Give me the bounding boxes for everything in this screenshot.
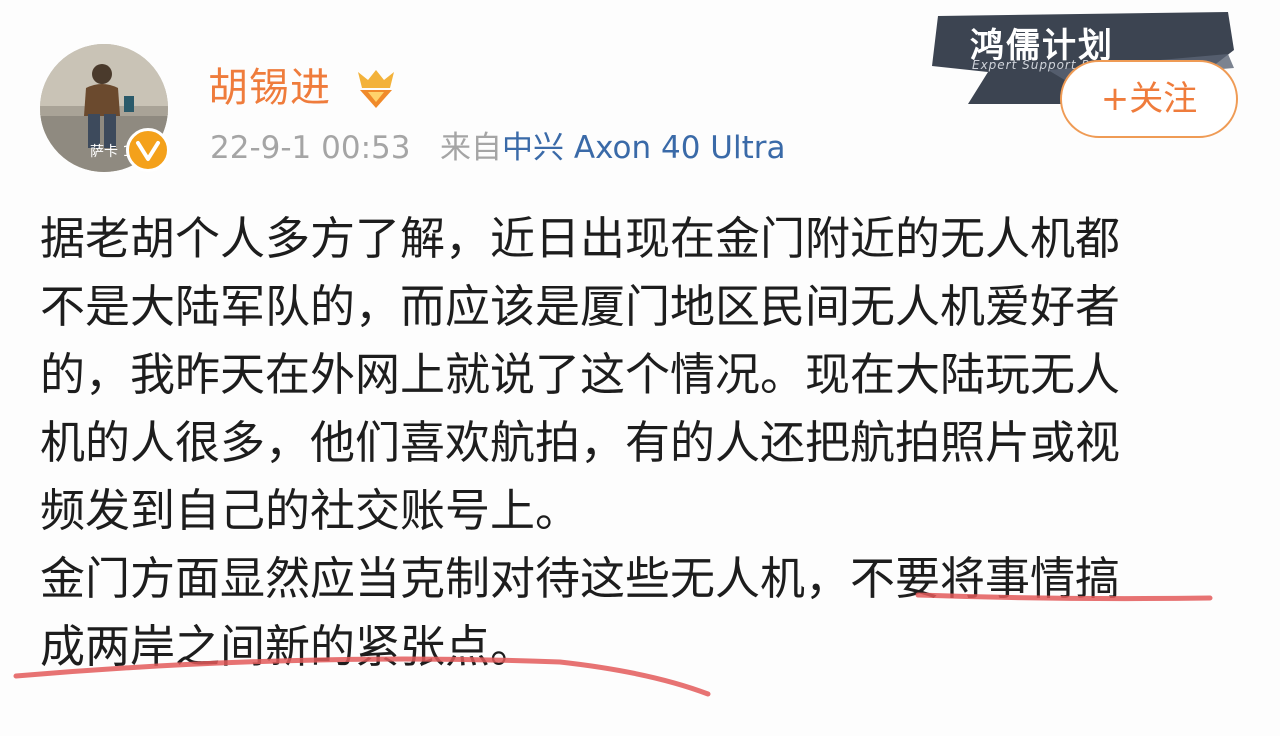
weibo-post-screenshot: 萨卡 19 胡锡进 22-9-1 00:53 来自中兴 Axon 40 Ultr… bbox=[0, 0, 1280, 736]
post-body: 据老胡个人多方了解，近日出现在金门附近的无人机都 不是大陆军队的，而应该是厦门地… bbox=[40, 205, 1230, 681]
follow-button[interactable]: +关注 bbox=[1060, 60, 1238, 138]
post-line: 的，我昨天在外网上就说了这个情况。现在大陆玩无人 bbox=[40, 348, 1121, 401]
verified-badge-icon bbox=[126, 128, 170, 172]
post-line: 不是大陆军队的，而应该是厦门地区民间无人机爱好者 bbox=[40, 280, 1121, 333]
post-device-link[interactable]: 中兴 Axon 40 Ultra bbox=[502, 130, 785, 166]
post-line: 金门方面显然应当克制对待这些无人机，不要将事情搞 bbox=[40, 552, 1121, 605]
post-line: 机的人很多，他们喜欢航拍，有的人还把航拍照片或视 bbox=[40, 416, 1121, 469]
post-line: 频发到自己的社交账号上。 bbox=[40, 484, 581, 537]
user-level-badge-icon bbox=[352, 66, 400, 110]
post-timestamp: 22-9-1 00:53 bbox=[210, 130, 411, 166]
post-source-prefix: 来自 bbox=[440, 130, 503, 166]
post-line: 据老胡个人多方了解，近日出现在金门附近的无人机都 bbox=[40, 212, 1121, 265]
username[interactable]: 胡锡进 bbox=[208, 62, 331, 114]
post-line: 成两岸之间新的紧张点。 bbox=[40, 620, 536, 673]
post-meta: 22-9-1 00:53 来自中兴 Axon 40 Ultra bbox=[210, 128, 785, 168]
